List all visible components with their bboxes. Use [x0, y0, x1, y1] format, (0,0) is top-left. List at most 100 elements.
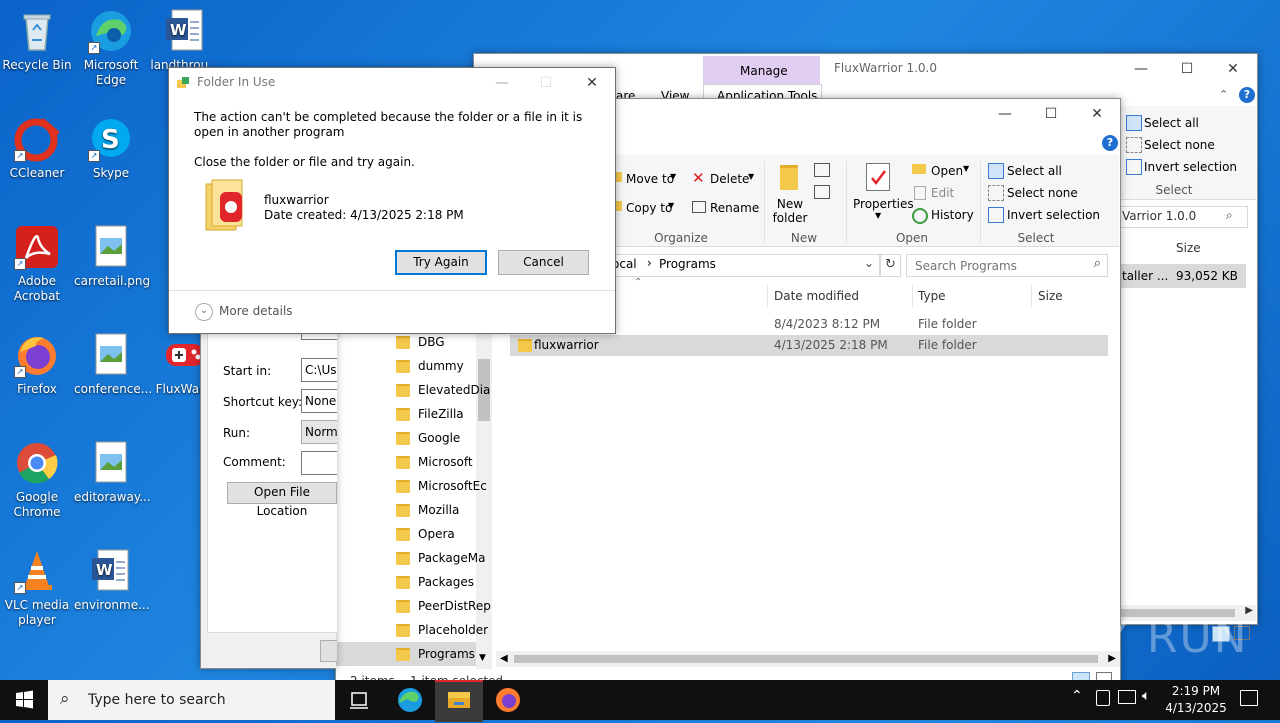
open-file-location-button[interactable]: Open File Location: [227, 482, 337, 518]
select-all-button[interactable]: Select all: [1144, 116, 1199, 130]
desktop-icon-image-file[interactable]: editoraway...: [74, 440, 151, 505]
search-input[interactable]: [913, 256, 1087, 275]
desktop-icon-ccleaner[interactable]: ↗ CCleaner: [0, 116, 74, 181]
taskbar-file-explorer[interactable]: [435, 680, 483, 722]
show-hidden-icons-chevron-icon[interactable]: ⌃: [1071, 688, 1083, 704]
desktop-icon-firefox[interactable]: ↗ Firefox: [0, 332, 74, 397]
nav-item[interactable]: Placeholder: [336, 618, 488, 642]
nav-pane-scrollbar[interactable]: ▼: [476, 331, 492, 669]
close-button[interactable]: ✕: [1210, 54, 1256, 84]
folder-icon: [396, 384, 410, 397]
clock[interactable]: 2:19 PM 4/13/2025: [1163, 683, 1229, 717]
properties-window: Start in: C:\Use Shortcut key: None Run:…: [200, 300, 337, 669]
scroll-down-icon[interactable]: ▼: [479, 653, 486, 663]
nav-item[interactable]: Microsoft: [336, 450, 476, 474]
ribbon-separator: [846, 161, 847, 243]
column-header-date-modified[interactable]: Date modified: [774, 289, 859, 303]
minimize-button[interactable]: —: [982, 99, 1028, 129]
desktop-icon-image-file[interactable]: carretail.png: [74, 224, 150, 289]
folder-with-gamepad-icon: [202, 178, 248, 234]
file-row-selected[interactable]: fluxwarrior 4/13/2025 2:18 PM File folde…: [510, 335, 1108, 356]
rename-button[interactable]: Rename: [710, 201, 759, 215]
desktop-icon-chrome[interactable]: Google Chrome: [0, 440, 74, 520]
edit-button[interactable]: Edit: [931, 186, 954, 200]
nav-item[interactable]: MicrosoftEc: [336, 474, 487, 498]
column-header-type[interactable]: Type: [918, 289, 946, 303]
file-size: 93,052 KB: [1176, 269, 1238, 283]
wifi-icon[interactable]: [1118, 690, 1136, 704]
network-icon[interactable]: [1096, 690, 1110, 706]
taskbar-firefox[interactable]: [484, 680, 532, 720]
column-header-size[interactable]: Size: [1038, 289, 1063, 303]
nav-item[interactable]: PeerDistRep: [336, 594, 491, 618]
image-file-icon: [88, 224, 134, 270]
properties-icon: [866, 163, 890, 191]
open-button[interactable]: Open: [931, 164, 963, 178]
delete-button[interactable]: Delete: [710, 172, 749, 186]
nav-item[interactable]: dummy: [336, 354, 476, 378]
history-button[interactable]: History: [931, 208, 974, 222]
acrobat-icon: ↗: [14, 224, 60, 270]
scroll-thumb[interactable]: [514, 655, 1098, 663]
maximize-button[interactable]: ☐: [523, 68, 569, 98]
task-view-button[interactable]: [336, 680, 384, 720]
desktop-icon-recycle-bin[interactable]: Recycle Bin: [0, 8, 74, 73]
desktop-icon-word-doc[interactable]: W landthrou...: [148, 8, 222, 73]
desktop-icon-image-file[interactable]: conference...: [74, 332, 152, 397]
taskbar-search-box[interactable]: ⌕ Type here to search: [48, 680, 335, 720]
minimize-button[interactable]: —: [479, 68, 525, 98]
select-none-button[interactable]: Select none: [1007, 186, 1078, 200]
close-button[interactable]: ✕: [569, 68, 615, 98]
cancel-button[interactable]: Cancel: [498, 250, 589, 275]
clock-date: 4/13/2025: [1165, 701, 1227, 715]
copy-to-button[interactable]: Copy to: [626, 201, 672, 215]
minimize-button[interactable]: —: [1118, 54, 1164, 84]
desktop-icon-edge[interactable]: ↗ Microsoft Edge: [74, 8, 148, 88]
maximize-button[interactable]: ☐: [1164, 54, 1210, 84]
shortcut-key-input[interactable]: None: [301, 389, 337, 413]
comment-input[interactable]: [301, 451, 337, 475]
nav-item[interactable]: PackageMa: [336, 546, 485, 570]
start-in-input[interactable]: C:\Use: [301, 358, 337, 382]
tab-manage[interactable]: Manage: [740, 64, 788, 78]
start-button[interactable]: [0, 680, 48, 720]
dialog-button-edge[interactable]: [320, 640, 337, 662]
close-button[interactable]: ✕: [1074, 99, 1120, 129]
desktop-icon-word-doc[interactable]: W environme...: [74, 548, 150, 613]
help-icon[interactable]: ?: [1102, 135, 1118, 151]
taskbar-edge[interactable]: [386, 680, 434, 720]
volume-icon[interactable]: 🔈︎: [1142, 688, 1150, 704]
invert-selection-button[interactable]: Invert selection: [1144, 160, 1237, 174]
new-folder-button[interactable]: New folder: [772, 197, 808, 225]
desktop-icon-vlc[interactable]: ↗ VLC media player: [0, 548, 74, 628]
move-to-button[interactable]: Move to: [626, 172, 674, 186]
select-all-button[interactable]: Select all: [1007, 164, 1062, 178]
column-header-size[interactable]: Size: [1176, 241, 1201, 255]
notification-center-icon[interactable]: [1240, 690, 1258, 706]
nav-item[interactable]: FileZilla: [336, 402, 476, 426]
search-box[interactable]: ⌕: [906, 254, 1108, 277]
ribbon-chevron-up-icon[interactable]: ⌃: [1219, 88, 1228, 101]
maximize-button[interactable]: ☐: [1028, 99, 1074, 129]
desktop-icon-skype[interactable]: S ↗ Skype: [74, 116, 148, 181]
refresh-button[interactable]: ↻: [880, 254, 901, 277]
content-horizontal-scrollbar[interactable]: ◀ ▶: [496, 651, 1120, 667]
file-explorer-icon: [448, 692, 470, 708]
help-icon[interactable]: ?: [1239, 87, 1255, 103]
nav-item[interactable]: ElevatedDia: [336, 378, 490, 402]
run-select[interactable]: Norma: [301, 420, 337, 444]
scroll-left-icon[interactable]: ◀: [500, 653, 508, 664]
select-none-button[interactable]: Select none: [1144, 138, 1215, 152]
nav-item[interactable]: Mozilla: [336, 498, 476, 522]
nav-item[interactable]: Google: [336, 426, 476, 450]
try-again-button[interactable]: Try Again: [395, 250, 487, 275]
nav-item[interactable]: Packages: [336, 570, 476, 594]
properties-button[interactable]: Properties: [853, 197, 914, 211]
invert-selection-button[interactable]: Invert selection: [1007, 208, 1100, 222]
address-dropdown-icon[interactable]: ⌄: [864, 256, 874, 270]
desktop-icon-acrobat[interactable]: ↗ Adobe Acrobat: [0, 224, 74, 304]
nav-item[interactable]: Opera: [336, 522, 476, 546]
more-details-label: More details: [219, 304, 293, 318]
breadcrumb-programs[interactable]: Programs: [659, 257, 716, 271]
nav-item[interactable]: Programs: [336, 642, 476, 666]
